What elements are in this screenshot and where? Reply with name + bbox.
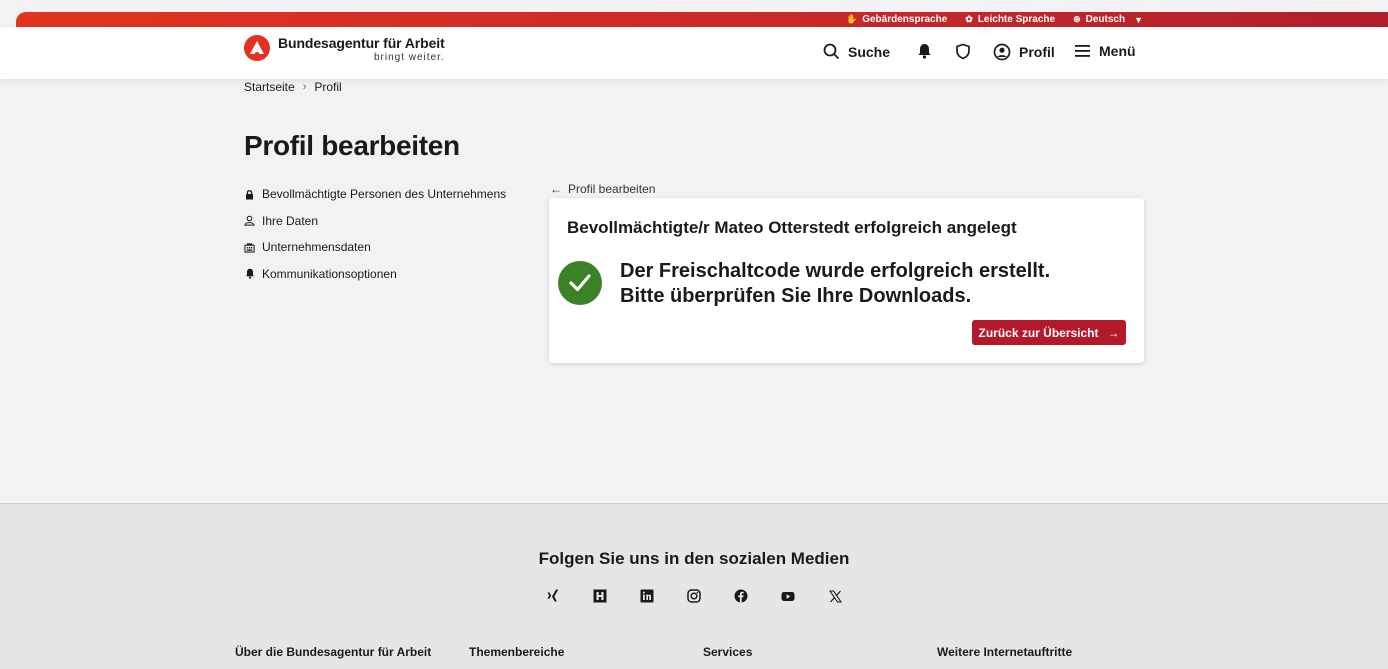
lock-icon — [244, 189, 255, 200]
search-button[interactable]: Suche — [823, 43, 890, 60]
language-label: Deutsch — [1085, 14, 1126, 25]
sidenav-item-communication-options[interactable]: Kommunikationsoptionen — [244, 261, 524, 288]
easy-language-link[interactable]: ✿ Leichte Sprache — [965, 14, 1055, 25]
kununu-icon[interactable] — [592, 588, 608, 604]
sidenav-item-your-data[interactable]: Ihre Daten — [244, 208, 524, 235]
bell-icon — [918, 44, 931, 59]
logo[interactable]: Bundesagentur für Arbeit bringt weiter. — [244, 35, 445, 63]
user-icon — [244, 215, 255, 226]
logo-mark-icon — [244, 35, 270, 61]
youtube-icon[interactable] — [780, 588, 796, 604]
x-icon[interactable] — [827, 588, 843, 604]
chevron-down-icon: ▼ — [1134, 14, 1143, 25]
sidenav-label: Kommunikationsoptionen — [262, 266, 397, 281]
menu-button[interactable]: Menü — [1074, 43, 1136, 59]
logo-subtitle: bringt weiter. — [373, 52, 445, 63]
profile-label: Profil — [1019, 44, 1055, 60]
menu-label: Menü — [1099, 43, 1136, 59]
success-card: Bevollmächtigte/r Mateo Otterstedt erfol… — [549, 198, 1144, 363]
social-icons — [545, 588, 843, 604]
breadcrumb: Startseite › Profil — [244, 80, 342, 94]
chevron-right-icon: › — [302, 81, 307, 93]
breadcrumb-profile[interactable]: Profil — [314, 80, 341, 94]
sign-language-link[interactable]: ✋ Gebärdensprache — [846, 14, 947, 25]
search-label: Suche — [848, 43, 891, 60]
building-icon — [244, 242, 255, 253]
sidenav-item-authorized-persons[interactable]: Bevollmächtigte Personen des Unternehmen… — [244, 181, 524, 208]
page-title: Profil bearbeiten — [244, 130, 460, 161]
privacy-button[interactable] — [955, 43, 971, 60]
social-heading: Folgen Sie uns in den sozialen Medien — [538, 549, 850, 568]
footer-col-about[interactable]: Über die Bundesagentur für Arbeit — [235, 645, 431, 659]
profile-sidenav: Bevollmächtigte Personen des Unternehmen… — [244, 181, 524, 287]
xing-icon[interactable] — [545, 588, 561, 604]
sidenav-label: Unternehmensdaten — [262, 240, 371, 255]
site-header: Bundesagentur für Arbeit bringt weiter. … — [0, 27, 1388, 79]
site-footer: Folgen Sie uns in den sozialen Medien Üb… — [0, 503, 1388, 669]
utility-links: ✋ Gebärdensprache ✿ Leichte Sprache ⊕ De… — [846, 12, 1143, 27]
easy-language-label: Leichte Sprache — [977, 14, 1056, 25]
language-select[interactable]: ⊕ Deutsch ▼ — [1073, 14, 1143, 25]
sidenav-label: Bevollmächtigte Personen des Unternehmen… — [262, 187, 507, 202]
footer-col-other-sites[interactable]: Weitere Internetauftritte — [937, 645, 1072, 659]
back-link-label: Profil bearbeiten — [568, 182, 656, 196]
search-icon — [823, 43, 840, 60]
back-to-overview-label: Zurück zur Übersicht — [978, 325, 1099, 340]
bell-icon — [244, 268, 255, 279]
sign-language-label: Gebärdensprache — [862, 14, 948, 25]
success-message: Der Freischaltcode wurde erfolgreich ers… — [620, 260, 1051, 307]
checkmark-icon — [558, 261, 602, 305]
footer-col-services[interactable]: Services — [703, 645, 752, 659]
back-link[interactable]: ← Profil bearbeiten — [550, 182, 655, 196]
user-circle-icon — [993, 43, 1011, 61]
logo-title: Bundesagentur für Arbeit — [278, 35, 445, 51]
top-utility-bar: ✋ Gebärdensprache ✿ Leichte Sprache ⊕ De… — [16, 12, 1388, 27]
shield-icon — [956, 43, 970, 60]
sidenav-label: Ihre Daten — [262, 213, 319, 228]
easy-language-icon: ✿ — [965, 14, 973, 24]
success-card-title: Bevollmächtigte/r Mateo Otterstedt erfol… — [567, 218, 1017, 237]
facebook-icon[interactable] — [733, 588, 749, 604]
profile-button[interactable]: Profil — [993, 43, 1055, 61]
linkedin-icon[interactable] — [639, 588, 655, 604]
arrow-right-icon: → — [1107, 325, 1120, 340]
footer-col-topics[interactable]: Themenbereiche — [469, 645, 564, 659]
hamburger-icon — [1075, 45, 1090, 57]
breadcrumb-home[interactable]: Startseite — [244, 80, 295, 94]
sidenav-item-company-data[interactable]: Unternehmensdaten — [244, 234, 524, 261]
notifications-button[interactable] — [917, 43, 932, 59]
back-to-overview-button[interactable]: Zurück zur Übersicht → — [972, 320, 1126, 345]
globe-icon: ⊕ — [1073, 14, 1081, 24]
hand-icon: ✋ — [846, 14, 858, 24]
instagram-icon[interactable] — [686, 588, 702, 604]
arrow-left-icon: ← — [550, 182, 562, 196]
